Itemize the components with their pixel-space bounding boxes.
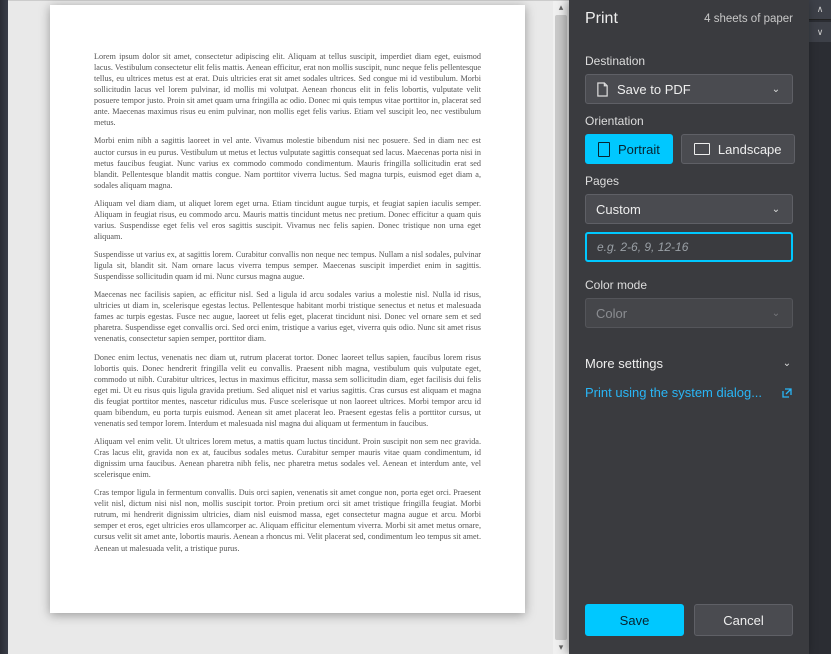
cancel-button[interactable]: Cancel [694,604,793,636]
preview-paragraph: Donec enim lectus, venenatis nec diam ut… [94,352,481,429]
more-settings-label: More settings [585,356,663,371]
portrait-icon [598,142,610,157]
color-mode-label: Color mode [585,278,793,292]
browser-left-frame [0,0,8,654]
color-mode-select[interactable]: Color ⌄ [585,298,793,328]
sheet-count-label: 4 sheets of paper [704,13,793,25]
orientation-label: Orientation [585,114,793,128]
print-panel-header: Print 4 sheets of paper [569,0,809,42]
pages-mode-select[interactable]: Custom ⌄ [585,194,793,224]
pdf-file-icon [596,82,609,97]
frame-scroll-up-button[interactable]: ∧ [809,0,831,20]
print-preview-area: Lorem ipsum dolor sit amet, consectetur … [8,0,569,654]
preview-scrollbar[interactable] [553,1,569,654]
chevron-down-icon: ⌄ [770,83,782,95]
system-dialog-link[interactable]: Print using the system dialog... [585,379,793,406]
print-panel-body: Destination Save to PDF ⌄ Orientation Po… [569,42,809,590]
chevron-down-icon: ⌄ [781,358,793,370]
browser-right-frame: ∧ ∨ [809,0,831,654]
destination-select[interactable]: Save to PDF ⌄ [585,74,793,104]
external-link-icon [781,387,793,399]
preview-paragraph: Suspendisse ut varius ex, at sagittis lo… [94,249,481,282]
orientation-portrait-label: Portrait [618,142,660,157]
preview-paragraph: Aliquam vel enim velit. Ut ultrices lore… [94,436,481,480]
preview-paragraph: Lorem ipsum dolor sit amet, consectetur … [94,51,481,128]
preview-scrollbar-thumb[interactable] [555,15,567,640]
frame-scroll-down-button[interactable]: ∨ [809,22,831,42]
print-title: Print [585,10,618,28]
destination-label: Destination [585,54,793,68]
preview-paragraph: Maecenas nec facilisis sapien, ac effici… [94,289,481,344]
landscape-icon [694,143,710,155]
destination-value: Save to PDF [617,82,691,97]
preview-page: Lorem ipsum dolor sit amet, consectetur … [50,5,525,613]
system-dialog-label: Print using the system dialog... [585,385,762,400]
chevron-down-icon: ⌄ [770,307,782,319]
print-panel-footer: Save Cancel [569,590,809,654]
pages-label: Pages [585,174,793,188]
color-mode-value: Color [596,306,627,321]
pages-mode-value: Custom [596,202,641,217]
more-settings-toggle[interactable]: More settings ⌄ [585,346,793,379]
preview-paragraph: Morbi enim nibh a sagittis laoreet in ve… [94,135,481,190]
pages-range-input[interactable] [585,232,793,262]
save-button[interactable]: Save [585,604,684,636]
orientation-landscape-label: Landscape [718,142,782,157]
orientation-portrait-button[interactable]: Portrait [585,134,673,164]
chevron-down-icon: ⌄ [770,203,782,215]
print-panel: Print 4 sheets of paper Destination Save… [569,0,809,654]
preview-paragraph: Cras tempor ligula in fermentum convalli… [94,487,481,553]
orientation-landscape-button[interactable]: Landscape [681,134,795,164]
preview-paragraph: Aliquam vel diam diam, ut aliquet lorem … [94,198,481,242]
